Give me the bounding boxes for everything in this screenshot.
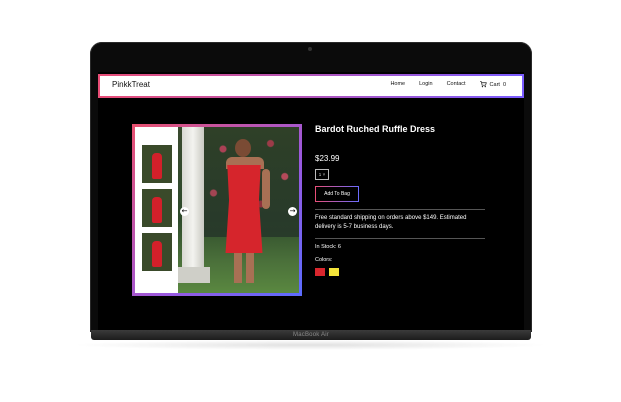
stock-status: In Stock: 6 xyxy=(315,244,341,250)
product-thumbnail[interactable] xyxy=(142,145,172,183)
product-main-image xyxy=(178,127,299,293)
nav-link-contact[interactable]: Contact xyxy=(447,81,466,88)
chevron-down-icon: ˅ xyxy=(322,172,326,177)
product-thumbnail[interactable] xyxy=(142,189,172,227)
laptop-base: MacBook Air xyxy=(91,330,531,340)
color-swatches xyxy=(315,268,339,276)
product-price: $23.99 xyxy=(315,154,340,163)
laptop-bezel: PinkkTreat Home Login Contact Cart 0 ← →… xyxy=(90,42,532,332)
quantity-value: 1 xyxy=(318,172,322,177)
divider xyxy=(315,238,485,239)
cart-label: Cart xyxy=(489,81,500,88)
nav-link-home[interactable]: Home xyxy=(390,81,405,88)
quantity-select[interactable]: 1 ˅ xyxy=(315,169,329,180)
product-title: Bardot Ruched Ruffle Dress xyxy=(315,124,436,134)
model-dress xyxy=(225,165,263,253)
color-swatch-red[interactable] xyxy=(315,268,325,276)
navbar: PinkkTreat Home Login Contact Cart 0 xyxy=(98,74,524,98)
thumbnail-list xyxy=(142,145,172,271)
shipping-note: Free standard shipping on orders above $… xyxy=(315,215,467,230)
cart-link[interactable]: Cart 0 xyxy=(479,81,506,88)
product-thumbnail[interactable] xyxy=(142,233,172,271)
cart-icon xyxy=(479,81,487,88)
laptop-shadow xyxy=(70,340,550,350)
add-to-bag-button[interactable]: Add To Bag xyxy=(315,186,359,202)
device-label: MacBook Air xyxy=(293,332,329,338)
product-details: Bardot Ruched Ruffle Dress $23.99 1 ˅ Ad… xyxy=(315,124,493,276)
chevron-right-icon[interactable]: → xyxy=(288,207,297,216)
gallery-inner: ← → xyxy=(135,127,299,293)
color-swatch-yellow[interactable] xyxy=(329,268,339,276)
divider xyxy=(315,209,485,210)
laptop-screen: PinkkTreat Home Login Contact Cart 0 ← →… xyxy=(98,72,524,332)
pillar-base xyxy=(178,267,210,283)
model-arm xyxy=(262,169,270,209)
nav-link-login[interactable]: Login xyxy=(419,81,432,88)
model-legs xyxy=(234,253,254,283)
colors-label: Colors: xyxy=(315,257,333,263)
nav-links: Home Login Contact Cart 0 xyxy=(390,81,506,88)
pillar xyxy=(182,127,204,277)
product-gallery: ← → xyxy=(132,124,302,296)
model-head xyxy=(235,139,251,157)
chevron-left-icon[interactable]: ← xyxy=(180,207,189,216)
brand-logo[interactable]: PinkkTreat xyxy=(112,80,150,89)
camera-dot xyxy=(308,47,312,51)
cart-count: 0 xyxy=(502,81,506,88)
